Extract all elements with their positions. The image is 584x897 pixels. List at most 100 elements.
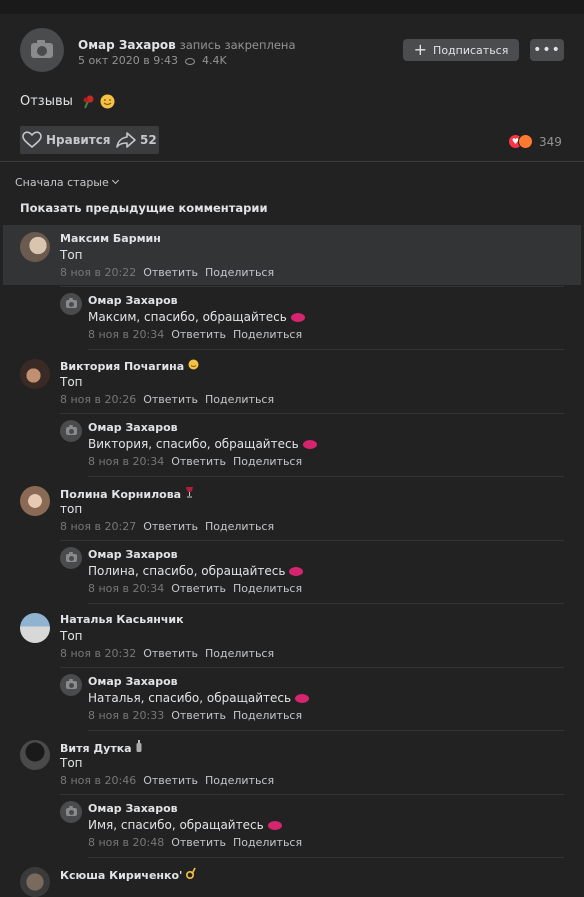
reply-avatar[interactable] [60,547,82,569]
reactions-summary[interactable]: ♥ 349 [508,134,562,149]
bottle-icon [136,740,142,752]
camera-icon [31,39,53,58]
commenter-name[interactable]: Витя Дутка [60,740,143,755]
reply-avatar[interactable] [60,674,82,696]
author-name[interactable]: Омар Захаров [78,38,176,52]
comment-date[interactable]: 8 ноя в 20:22 [60,266,136,279]
comment-meta: 8 ноя в 20:46 Ответить Поделиться [60,774,274,787]
reply-avatar[interactable] [60,801,82,823]
post-date[interactable]: 5 окт 2020 в 9:43 [78,54,178,67]
reply-text: Виктория, спасибо, обращайтесь [88,437,317,451]
separator [60,413,564,414]
post-author: Омар Захаров запись закреплена [78,38,296,52]
separator [60,667,564,668]
reply-button[interactable]: Ответить [171,836,226,849]
subscribe-button[interactable]: + Подписаться [403,39,519,61]
eye-icon [185,57,196,65]
like-label: Нравится [46,133,111,147]
share-comment-button[interactable]: Поделиться [233,455,302,468]
comment-meta: 8 ноя в 20:27 Ответить Поделиться [60,520,274,533]
reply-avatar[interactable] [60,293,82,315]
more-button[interactable]: ••• [530,39,564,61]
reply-author[interactable]: Омар Захаров [88,294,178,307]
reply-button[interactable]: Ответить [143,520,198,533]
commenter-name[interactable]: Максим Бармин [60,232,161,245]
commenter-avatar[interactable] [20,232,50,262]
share-comment-button[interactable]: Поделиться [205,393,274,406]
reply-button[interactable]: Ответить [171,582,226,595]
reply-author[interactable]: Омар Захаров [88,675,178,688]
separator [60,540,564,541]
reply-author[interactable]: Омар Захаров [88,802,178,815]
commenter-avatar[interactable] [20,740,50,770]
commenter-name[interactable]: Наталья Касьянчик [60,613,184,626]
sort-label: Сначала старые [15,176,109,189]
author-avatar[interactable] [20,28,64,72]
commenter-name-label: Витя Дутка [60,742,132,755]
share-comment-button[interactable]: Поделиться [205,520,274,533]
reply-author[interactable]: Омар Захаров [88,421,178,434]
reply-meta: 8 ноя в 20:34 Ответить Поделиться [88,328,302,341]
reply-button[interactable]: Ответить [143,393,198,406]
separator [88,349,564,350]
kiss-icon [302,440,317,449]
reply-date[interactable]: 8 ноя в 20:34 [88,328,164,341]
separator [60,286,564,287]
commenter-name[interactable]: Полина Корнилова [60,486,194,501]
share-button[interactable]: 52 [116,132,157,148]
post: Омар Захаров запись закреплена 5 окт 202… [0,14,584,897]
commenter-name[interactable]: Виктория Почагина [60,359,199,373]
reply-button[interactable]: Ответить [171,455,226,468]
reply-button[interactable]: Ответить [171,328,226,341]
plus-icon: + [413,40,428,59]
commenter-avatar[interactable] [20,486,50,516]
show-previous-comments[interactable]: Показать предыдущие комментарии [20,201,268,215]
comment-text: Топ [60,756,83,770]
share-comment-button[interactable]: Поделиться [233,328,302,341]
comment-date[interactable]: 8 ноя в 20:46 [60,774,136,787]
share-comment-button[interactable]: Поделиться [205,774,274,787]
heart-icon [22,131,42,149]
commenter-name-label: Наталья Касьянчик [60,613,184,626]
separator [60,794,564,795]
comment-text: топ [60,502,83,516]
reply-date[interactable]: 8 ноя в 20:34 [88,455,164,468]
smile-icon [188,359,199,370]
comment-text: Топ [60,629,83,643]
commenter-avatar[interactable] [20,613,50,643]
reply-avatar[interactable] [60,420,82,442]
reply-button[interactable]: Ответить [143,774,198,787]
reply-button[interactable]: Ответить [171,709,226,722]
sort-dropdown[interactable]: Сначала старые [15,176,119,189]
comment-date[interactable]: 8 ноя в 20:26 [60,393,136,406]
smile-icon [100,94,115,109]
like-button[interactable]: Нравится [22,131,111,149]
angry-reaction-icon [518,134,533,149]
more-label: ••• [533,42,561,58]
reply-author[interactable]: Омар Захаров [88,548,178,561]
reply-date[interactable]: 8 ноя в 20:48 [88,836,164,849]
share-comment-button[interactable]: Поделиться [205,266,274,279]
commenter-avatar[interactable] [20,867,50,897]
reply-date[interactable]: 8 ноя в 20:33 [88,709,164,722]
comment-meta: 8 ноя в 20:32 Ответить Поделиться [60,647,274,660]
chevron-down-icon [111,176,119,185]
commenter-name-label: Виктория Почагина [60,360,185,373]
reply-button[interactable]: Ответить [143,647,198,660]
commenter-name-label: Ксюша Кириченко' [60,869,183,882]
reply-text-label: Виктория, спасибо, обращайтесь [88,437,299,451]
post-actions: Нравится 52 [20,126,159,154]
comment-date[interactable]: 8 ноя в 20:27 [60,520,136,533]
reply-meta: 8 ноя в 20:34 Ответить Поделиться [88,455,302,468]
camera-icon [65,806,77,816]
reply-date[interactable]: 8 ноя в 20:34 [88,582,164,595]
pinned-note: запись закреплена [179,38,296,52]
share-comment-button[interactable]: Поделиться [233,836,302,849]
reply-button[interactable]: Ответить [143,266,198,279]
share-comment-button[interactable]: Поделиться [233,582,302,595]
comment-date[interactable]: 8 ноя в 20:32 [60,647,136,660]
share-comment-button[interactable]: Поделиться [205,647,274,660]
commenter-avatar[interactable] [20,359,50,389]
views-count: 4.4K [201,54,227,67]
share-comment-button[interactable]: Поделиться [233,709,302,722]
